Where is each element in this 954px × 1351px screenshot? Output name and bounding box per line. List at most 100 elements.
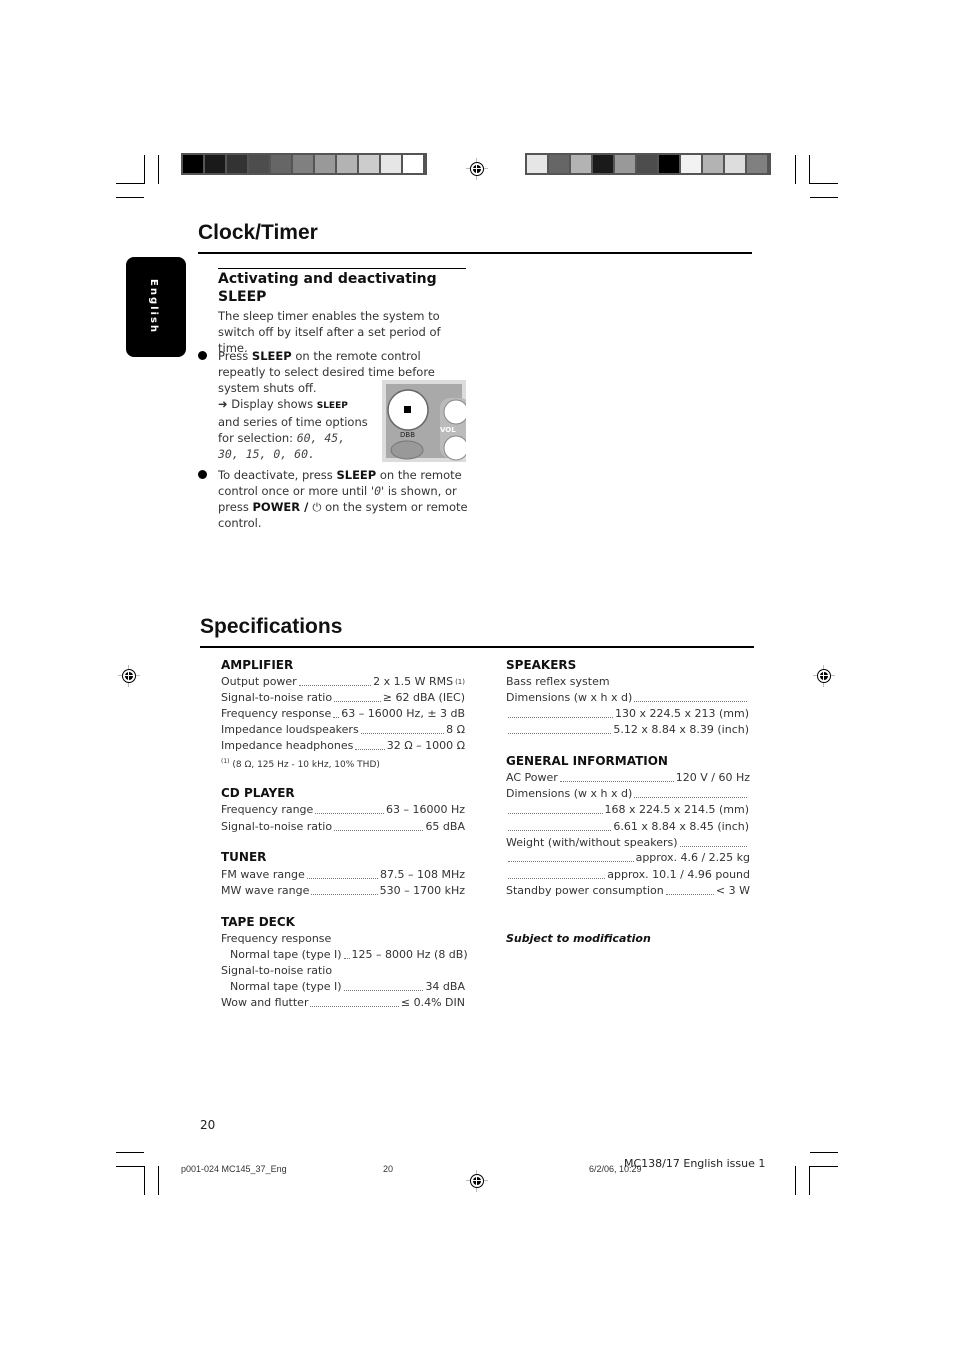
crop-mark	[795, 1166, 796, 1195]
gray-swatch	[681, 155, 701, 173]
lcd-zero: 0	[374, 484, 381, 498]
spec-row: Wow and flutter ≤ 0.4% DIN	[221, 995, 465, 1011]
spec-value: ≥ 62 dBA (IEC)	[382, 691, 465, 704]
bullet-icon	[198, 470, 207, 479]
gray-swatch	[571, 155, 591, 173]
spec-row: 168 x 224.5 x 214.5 (mm)	[506, 802, 749, 818]
crop-mark	[810, 1152, 838, 1153]
spec-row: Normal tape (type I) 34 dBA	[230, 979, 465, 995]
gray-swatch	[381, 155, 401, 173]
spec-row: Dimensions (w x h x d)	[506, 690, 749, 706]
spec-value: 5.12 x 8.84 x 8.39 (inch)	[613, 723, 749, 736]
registration-mark-icon	[466, 158, 488, 180]
crop-mark	[116, 1166, 144, 1167]
slug-page-number: 20	[383, 1164, 394, 1174]
spec-label: Impedance headphones	[221, 739, 354, 752]
spec-label: Output power	[221, 675, 297, 688]
crop-mark	[158, 1166, 159, 1195]
spec-label: Dimensions (w x h x d)	[506, 787, 633, 800]
text: Press	[218, 349, 252, 363]
spec-value: 87.5 – 108 MHz	[379, 868, 465, 881]
gray-swatch	[615, 155, 635, 173]
spec-row: Frequency range 63 – 16000 Hz	[221, 802, 465, 818]
gray-swatch	[549, 155, 569, 173]
spec-value: 34 dBA	[425, 980, 465, 993]
spec-label: Impedance loudspeakers	[221, 723, 359, 736]
spec-label: Wow and flutter	[221, 996, 309, 1009]
spec-value: ≤ 0.4% DIN	[400, 996, 465, 1009]
title-rule	[200, 646, 754, 648]
gray-swatch	[725, 155, 745, 173]
bullet-icon	[198, 351, 207, 360]
grayscale-strip-left	[181, 153, 427, 175]
spec-label: Normal tape (type I)	[230, 948, 342, 961]
heading-tape-deck: TAPE DECK	[221, 915, 295, 929]
gray-swatch	[227, 155, 247, 173]
spec-subheading: Frequency response	[221, 932, 332, 945]
heading-general-information: GENERAL INFORMATION	[506, 754, 668, 768]
remote-dbb-button-illustration: DBB VOL	[382, 380, 466, 462]
gray-swatch	[659, 155, 679, 173]
key-sleep: SLEEP	[251, 349, 292, 363]
spec-label: Frequency range	[221, 803, 314, 816]
spec-row: AC Power 120 V / 60 Hz	[506, 770, 750, 786]
spec-row: approx. 10.1 / 4.96 pound	[506, 867, 750, 883]
spec-label: Normal tape (type I)	[230, 980, 342, 993]
remote-control-image: DBB VOL	[382, 380, 466, 462]
crop-mark	[116, 183, 144, 184]
subject-to-modification-note: Subject to modification	[506, 932, 651, 945]
footnote-mark: (1)	[221, 758, 230, 765]
title-rule	[198, 252, 752, 254]
display-sleep-label: SLEEP	[316, 401, 348, 411]
text: To deactivate, press	[218, 468, 337, 482]
spec-value: 63 – 16000 Hz, ± 3 dB	[341, 707, 466, 720]
gray-swatch	[315, 155, 335, 173]
arrow-right-icon: ➜	[218, 397, 228, 411]
spec-row: Weight (with/without speakers)	[506, 835, 749, 851]
spec-value: 125 – 8000 Hz (8 dB)	[351, 948, 468, 961]
gray-swatch	[527, 155, 547, 173]
gray-swatch	[183, 155, 203, 173]
spec-row: MW wave range 530 – 1700 kHz	[221, 883, 465, 899]
registration-mark-icon	[466, 1170, 488, 1192]
amplifier-footnote: (1) (8 Ω, 125 Hz - 10 kHz, 10% THD)	[221, 754, 380, 773]
heading-speakers: SPEAKERS	[506, 658, 577, 672]
spec-row: Output power 2 x 1.5 W RMS (1)	[221, 674, 465, 690]
spec-label: FM wave range	[221, 868, 305, 881]
spec-value: 8 Ω	[446, 723, 465, 736]
spec-value: 120 V / 60 Hz	[675, 771, 750, 784]
gray-swatch	[205, 155, 225, 173]
subsection-title-sleep: Activating and deactivating SLEEP	[218, 271, 437, 305]
crop-mark	[810, 197, 838, 198]
spec-label: Weight (with/without speakers)	[506, 836, 678, 849]
spec-value: 168 x 224.5 x 214.5 (mm)	[604, 803, 750, 816]
gray-swatch	[359, 155, 379, 173]
crop-mark	[158, 155, 159, 184]
spec-row: Dimensions (w x h x d)	[506, 786, 749, 802]
crop-mark	[810, 183, 838, 184]
spec-label: Dimensions (w x h x d)	[506, 691, 633, 704]
spec-label: MW wave range	[221, 884, 310, 897]
vol-label: VOL	[440, 426, 456, 434]
crop-mark	[809, 1166, 810, 1195]
crop-mark	[795, 155, 796, 184]
gray-swatch	[593, 155, 613, 173]
gray-swatch	[747, 155, 767, 173]
spec-row: Standby power consumption < 3 W	[506, 883, 750, 899]
spec-value: 32 Ω – 1000 Ω	[386, 739, 465, 752]
gray-swatch	[271, 155, 291, 173]
footnote-text: (8 Ω, 125 Hz - 10 kHz, 10% THD)	[232, 760, 380, 770]
issue-label: MC138/17 English issue 1	[624, 1157, 766, 1170]
spec-value: 2 x 1.5 W RMS	[373, 675, 454, 688]
crop-mark	[116, 1152, 144, 1153]
spec-text: Bass reflex system	[506, 675, 610, 688]
subtitle-rule	[218, 268, 466, 269]
slug-file-name: p001-024 MC145_37_Eng	[181, 1164, 287, 1174]
text: Display shows	[227, 397, 317, 411]
spec-label: Signal-to-noise ratio	[221, 820, 333, 833]
crop-mark	[144, 155, 145, 184]
heading-amplifier: AMPLIFIER	[221, 658, 294, 672]
spec-value: 130 x 224.5 x 213 (mm)	[615, 707, 749, 720]
spec-value: 530 – 1700 kHz	[379, 884, 465, 897]
language-tab-label: English	[148, 279, 159, 335]
